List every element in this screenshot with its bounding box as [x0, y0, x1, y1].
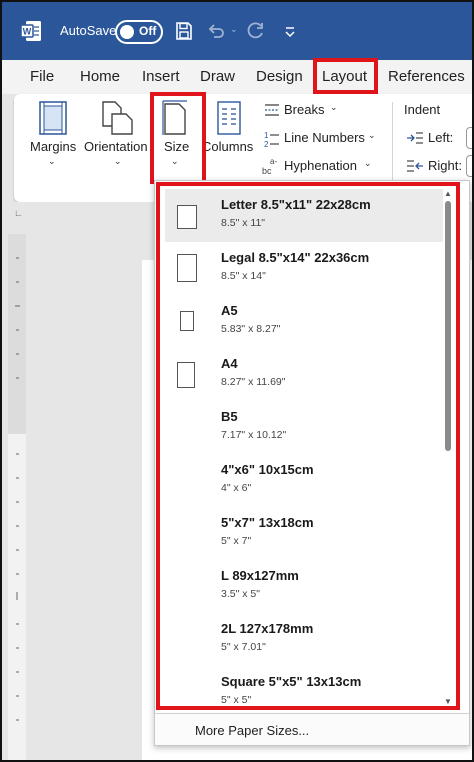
svg-text:a-: a-	[270, 157, 277, 166]
ribbon-tabs: File Home Insert Draw Design Layout Refe…	[2, 60, 472, 94]
indent-heading: Indent	[404, 102, 441, 117]
size-chevron-icon: ⌄	[171, 156, 179, 166]
redo-icon[interactable]	[246, 21, 266, 41]
list-item[interactable]: 2L 127x178mm 5" x 7.01"	[165, 613, 443, 666]
margins-button[interactable]: Margins	[30, 139, 76, 154]
autosave-state: Off	[139, 24, 157, 38]
more-paper-sizes-button[interactable]: More Paper Sizes...	[155, 713, 469, 745]
hyphenation-chevron-icon: ⌄	[364, 158, 372, 168]
line-numbers-button[interactable]: Line Numbers	[284, 130, 365, 145]
page-thumb-icon	[177, 254, 197, 282]
list-item[interactable]: Legal 8.5"x14" 22x36cm 8.5" x 14"	[165, 242, 443, 295]
paper-size-dims: 4" x 6"	[221, 482, 252, 494]
ruler-ticks	[15, 257, 20, 721]
svg-text:bc: bc	[262, 166, 272, 176]
columns-icon[interactable]	[216, 100, 242, 136]
hyphenation-icon[interactable]: a- bc	[262, 156, 282, 176]
tab-file[interactable]: File	[30, 68, 54, 85]
more-paper-sizes-label: More Paper Sizes...	[195, 723, 310, 738]
list-item[interactable]: A5 5.83" x 8.27"	[165, 295, 443, 348]
paper-size-name: Legal 8.5"x14" 22x36cm	[221, 250, 370, 265]
paper-size-dims: 5" x 5"	[221, 694, 252, 706]
undo-icon[interactable]	[206, 21, 226, 41]
orientation-icon[interactable]	[100, 100, 134, 136]
paper-size-dims: 7.17" x 10.12"	[221, 429, 287, 441]
paper-size-name: 2L 127x178mm	[221, 621, 314, 636]
list-item[interactable]: 4"x6" 10x15cm 4" x 6"	[165, 454, 443, 507]
page-thumb-icon	[177, 362, 195, 388]
line-numbers-icon[interactable]: 1 2	[264, 130, 280, 148]
paper-size-dims: 8.27" x 11.69"	[221, 376, 286, 388]
save-icon[interactable]	[174, 21, 194, 41]
indent-left-label: Left:	[428, 130, 454, 145]
indent-left-input[interactable]	[466, 127, 472, 149]
list-item[interactable]: B5 7.17" x 10.12"	[165, 401, 443, 454]
svg-text:W: W	[23, 27, 32, 37]
indent-right-input[interactable]	[466, 155, 472, 177]
paper-size-name: Square 5"x5" 13x13cm	[221, 674, 362, 689]
tab-design[interactable]: Design	[256, 68, 303, 85]
title-bar: W AutoSave Off ⌄	[2, 2, 472, 60]
indent-left-icon	[407, 132, 423, 144]
paper-size-dims: 8.5" x 14"	[221, 270, 266, 282]
scroll-down-icon[interactable]: ▼	[444, 697, 452, 706]
dropdown-scrollbar[interactable]: ▲ ▼	[443, 189, 453, 707]
tab-stop-icon[interactable]: ∟	[14, 208, 23, 218]
breaks-icon[interactable]	[264, 102, 280, 118]
indent-right-label: Right:	[428, 158, 462, 173]
breaks-button[interactable]: Breaks	[284, 102, 324, 117]
vertical-ruler	[8, 234, 26, 760]
paper-size-name: B5	[221, 409, 238, 424]
size-icon[interactable]	[162, 100, 188, 136]
margins-chevron-icon: ⌄	[48, 156, 56, 166]
scroll-thumb[interactable]	[445, 201, 451, 451]
page-thumb-icon	[177, 205, 197, 229]
list-item[interactable]: Letter 8.5"x11" 22x28cm 8.5" x 11"	[165, 189, 443, 242]
columns-button[interactable]: Columns	[202, 139, 253, 154]
tab-home[interactable]: Home	[80, 68, 120, 85]
size-button[interactable]: Size	[164, 139, 189, 154]
svg-text:2: 2	[264, 140, 269, 148]
line-numbers-chevron-icon: ⌄	[368, 130, 376, 140]
list-item[interactable]: A4 8.27" x 11.69"	[165, 348, 443, 401]
paper-size-name: A4	[221, 356, 238, 371]
page-thumb-icon	[180, 311, 194, 331]
paper-size-name: A5	[221, 303, 238, 318]
autosave-toggle[interactable]: Off	[115, 20, 163, 44]
indent-right-icon	[407, 160, 423, 172]
list-item[interactable]: L 89x127mm 3.5" x 5"	[165, 560, 443, 613]
svg-text:1: 1	[264, 131, 269, 140]
undo-dropdown-icon[interactable]: ⌄	[230, 24, 238, 35]
hyphenation-button[interactable]: Hyphenation	[284, 158, 357, 173]
list-item[interactable]: Square 5"x5" 13x13cm 5" x 5"	[165, 666, 443, 719]
paper-size-list: Letter 8.5"x11" 22x28cm 8.5" x 11" Legal…	[165, 189, 443, 719]
tab-insert[interactable]: Insert	[142, 68, 180, 85]
paper-size-name: 5"x7" 13x18cm	[221, 515, 314, 530]
word-window: W AutoSave Off ⌄ File Home Insert Draw D…	[0, 0, 474, 762]
orientation-button[interactable]: Orientation	[84, 139, 148, 154]
paper-size-name: L 89x127mm	[221, 568, 299, 583]
autosave-label: AutoSave	[60, 23, 117, 38]
list-item[interactable]: 5"x7" 13x18cm 5" x 7"	[165, 507, 443, 560]
paper-size-name: 4"x6" 10x15cm	[221, 462, 314, 477]
word-icon[interactable]: W	[20, 20, 42, 42]
paper-size-dims: 5.83" x 8.27"	[221, 323, 281, 335]
tab-layout[interactable]: Layout	[322, 68, 367, 85]
toggle-knob	[120, 25, 134, 39]
ribbon-divider	[392, 102, 393, 192]
paper-size-dims: 5" x 7.01"	[221, 641, 266, 653]
scroll-up-icon[interactable]: ▲	[444, 189, 452, 198]
tab-draw[interactable]: Draw	[200, 68, 235, 85]
orientation-chevron-icon: ⌄	[114, 156, 122, 166]
paper-size-dims: 5" x 7"	[221, 535, 252, 547]
size-dropdown: Letter 8.5"x11" 22x28cm 8.5" x 11" Legal…	[154, 180, 470, 746]
paper-size-name: Letter 8.5"x11" 22x28cm	[221, 197, 371, 212]
customize-qat-icon[interactable]	[280, 21, 300, 41]
paper-size-dims: 3.5" x 5"	[221, 588, 260, 600]
paper-size-dims: 8.5" x 11"	[221, 217, 266, 229]
tab-references[interactable]: References	[388, 68, 465, 85]
margins-icon[interactable]	[38, 100, 68, 136]
breaks-chevron-icon: ⌄	[330, 102, 338, 112]
